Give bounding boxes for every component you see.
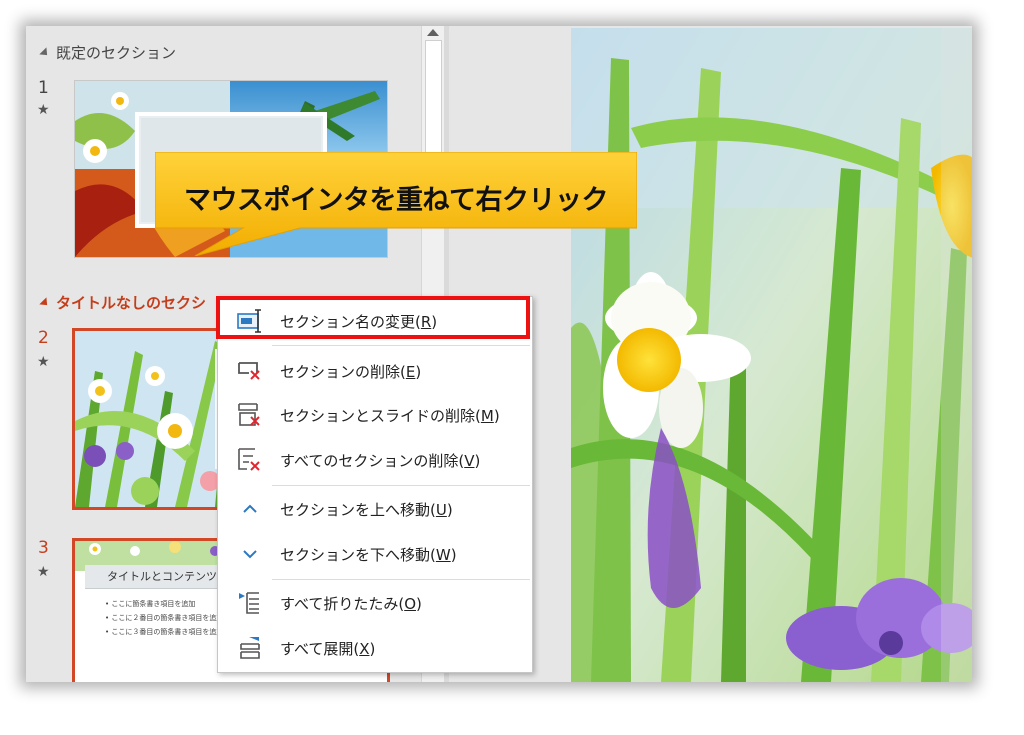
menu-divider <box>272 579 530 580</box>
slide-number: 2 <box>38 328 49 348</box>
scroll-up-arrow-icon[interactable] <box>427 29 439 36</box>
menu-divider <box>272 345 530 346</box>
highlight-box <box>216 296 530 339</box>
expand-all-icon <box>236 634 264 662</box>
menu-item-move-section-up[interactable]: セクションを上へ移動(U) <box>218 489 532 529</box>
collapse-all-icon <box>236 589 264 617</box>
slide-number: 3 <box>38 538 49 558</box>
remove-section-and-slides-icon <box>236 401 264 429</box>
slide-number: 1 <box>38 78 49 98</box>
menu-item-label: すべて折りたたみ(O) <box>280 594 422 613</box>
collapse-triangle-icon[interactable] <box>39 296 51 309</box>
menu-item-label: セクションを下へ移動(W) <box>280 545 457 564</box>
menu-divider <box>272 485 530 486</box>
remove-section-icon <box>236 357 264 385</box>
menu-item-label: セクションとスライドの削除(M) <box>280 406 500 425</box>
section-header-default[interactable]: 既定のセクション <box>39 42 177 63</box>
section-label: 既定のセクション <box>56 44 177 62</box>
menu-item-label: セクションを上へ移動(U) <box>280 500 453 519</box>
menu-item-label: セクションの削除(E) <box>280 362 422 381</box>
bullet-text: • ここに３番目の箇条書き項目を追加 <box>105 628 224 636</box>
bullet-text: • ここに箇条書き項目を追加 <box>105 600 196 608</box>
remove-all-sections-icon <box>236 446 264 474</box>
menu-item-label: すべて展開(X) <box>280 639 376 658</box>
menu-item-collapse-all[interactable]: すべて折りたたみ(O) <box>218 583 532 623</box>
section-label: タイトルなしのセクシ <box>56 294 207 312</box>
animation-star-icon: ★ <box>37 564 50 580</box>
menu-item-expand-all[interactable]: すべて展開(X) <box>218 628 532 668</box>
menu-item-remove-all-sections[interactable]: すべてのセクションの削除(V) <box>218 440 532 480</box>
current-slide-image <box>571 28 972 682</box>
collapse-triangle-icon[interactable] <box>39 46 51 59</box>
animation-star-icon: ★ <box>37 354 50 370</box>
menu-item-move-section-down[interactable]: セクションを下へ移動(W) <box>218 534 532 574</box>
context-menu: セクション名の変更(R) セクションの削除(E) セクションとスライドの削除(M… <box>217 296 533 673</box>
menu-item-remove-section[interactable]: セクションの削除(E) <box>218 351 532 391</box>
current-slide-canvas[interactable] <box>571 28 972 682</box>
move-down-icon <box>236 540 264 568</box>
callout-text: マウスポインタを重ねて右クリック <box>184 185 609 216</box>
section-header-untitled[interactable]: タイトルなしのセクシ <box>39 292 207 313</box>
slide-3-bullets: • ここに箇条書き項目を追加 • ここに２番目の箇条書き項目を追加 • ここに３… <box>105 597 223 639</box>
animation-star-icon: ★ <box>37 102 50 118</box>
bullet-text: • ここに２番目の箇条書き項目を追加 <box>105 614 224 622</box>
move-up-icon <box>236 495 264 523</box>
menu-item-remove-section-and-slides[interactable]: セクションとスライドの削除(M) <box>218 395 532 435</box>
menu-item-label: すべてのセクションの削除(V) <box>280 451 481 470</box>
